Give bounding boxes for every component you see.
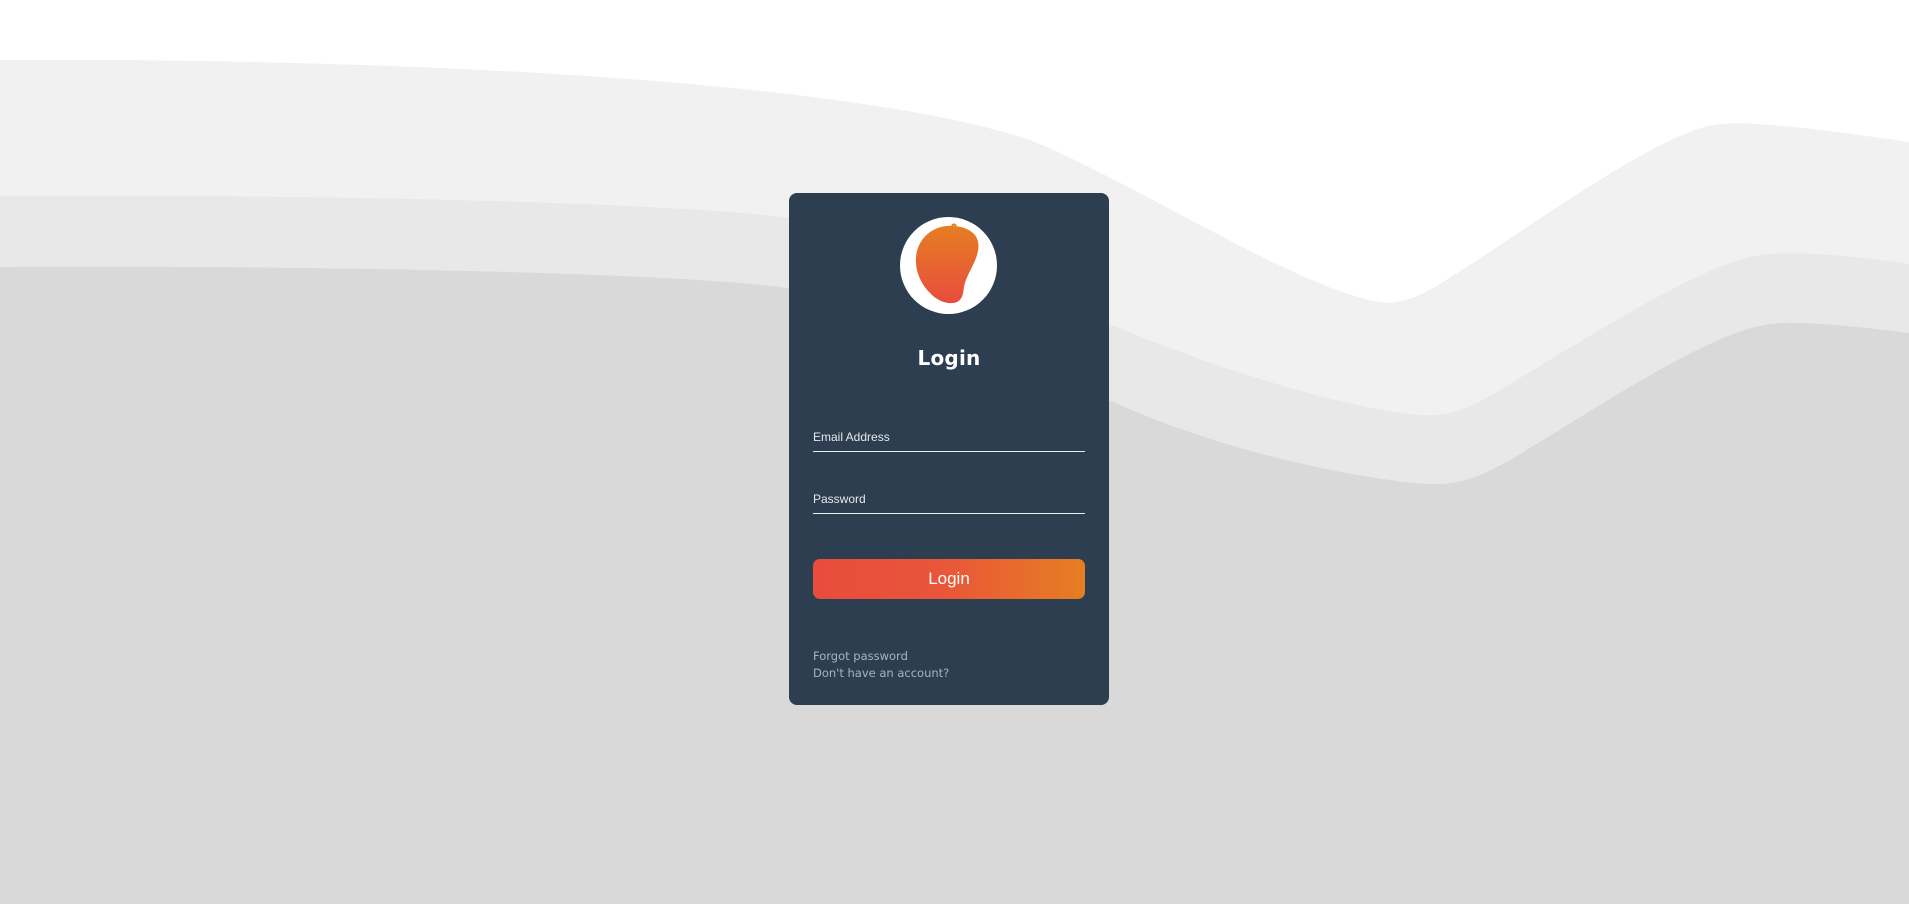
login-button[interactable]: Login xyxy=(813,559,1085,599)
login-card: Login Login Forgot password Don't have a… xyxy=(789,193,1109,705)
email-input[interactable] xyxy=(813,427,1085,447)
signup-link[interactable]: Don't have an account? xyxy=(813,665,949,682)
email-field[interactable] xyxy=(813,421,1085,452)
mango-logo-icon xyxy=(915,223,979,304)
password-input[interactable] xyxy=(813,489,1085,509)
auth-links: Forgot password Don't have an account? xyxy=(813,648,949,682)
login-title: Login xyxy=(917,346,981,370)
logo xyxy=(900,217,997,314)
forgot-password-link[interactable]: Forgot password xyxy=(813,648,949,665)
password-field[interactable] xyxy=(813,483,1085,514)
